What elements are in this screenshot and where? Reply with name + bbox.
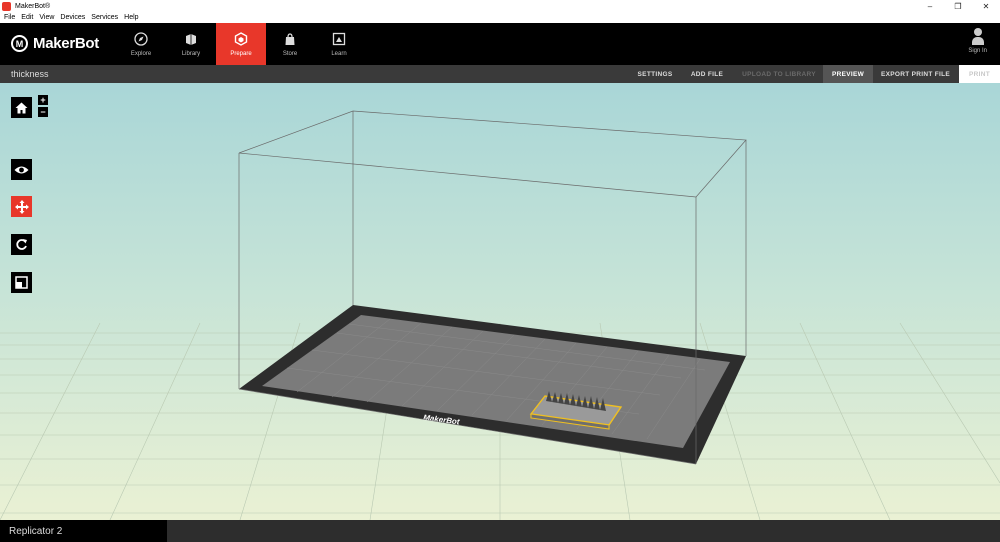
prepare-icon xyxy=(234,31,248,48)
menu-devices[interactable]: Devices xyxy=(60,14,85,21)
home-view-button[interactable] xyxy=(11,97,32,118)
add-file-button[interactable]: ADD FILE xyxy=(682,65,732,83)
move-tool-button[interactable] xyxy=(11,196,32,217)
makerbot-app-icon xyxy=(2,1,11,11)
window-title: MakerBot® xyxy=(15,2,51,10)
compass-icon xyxy=(134,31,148,48)
logo-text: MakerBot xyxy=(33,35,99,52)
tab-explore[interactable]: Explore xyxy=(116,23,166,65)
menu-view[interactable]: View xyxy=(39,14,54,21)
menu-services[interactable]: Services xyxy=(91,14,118,21)
home-icon xyxy=(15,102,28,113)
makerbot-logo-icon: M xyxy=(11,35,28,52)
build-plate: MakerBot xyxy=(239,305,746,464)
tab-library[interactable]: Library xyxy=(166,23,216,65)
zoom-out-button[interactable]: − xyxy=(38,107,48,117)
prepare-toolbar: thickness SETTINGS ADD FILE UPLOAD TO LI… xyxy=(0,65,1000,83)
user-icon xyxy=(971,27,985,45)
eye-icon xyxy=(14,166,29,173)
preview-button[interactable]: PREVIEW xyxy=(823,65,873,83)
sign-in-button[interactable]: Sign In xyxy=(968,27,987,54)
tab-learn[interactable]: Learn xyxy=(314,23,364,65)
tab-store-label: Store xyxy=(282,50,298,57)
upload-to-library-button[interactable]: UPLOAD TO LIBRARY xyxy=(736,65,822,83)
rotate-icon xyxy=(16,239,27,250)
window-controls: – ❐ ✕ xyxy=(916,0,1000,12)
printer-selector[interactable]: Replicator 2 xyxy=(0,520,167,542)
export-print-file-button[interactable]: EXPORT PRINT FILE xyxy=(874,65,957,83)
tab-explore-label: Explore xyxy=(130,50,152,57)
learn-icon xyxy=(332,32,346,48)
sign-in-label: Sign In xyxy=(968,48,987,54)
project-name: thickness xyxy=(11,69,49,79)
tab-prepare-label: Prepare xyxy=(230,50,252,57)
zoom-in-button[interactable]: + xyxy=(38,95,48,105)
build-viewport[interactable]: MakerBot + − xyxy=(0,83,1000,520)
tab-prepare[interactable]: Prepare xyxy=(216,23,266,65)
main-nav: M MakerBot Explore Library Prepare Store… xyxy=(0,23,1000,65)
print-button[interactable]: PRINT xyxy=(959,65,1000,83)
scale-icon xyxy=(15,276,28,289)
view-tool-button[interactable] xyxy=(11,159,32,180)
library-icon xyxy=(184,32,198,48)
settings-button[interactable]: SETTINGS xyxy=(630,65,680,83)
tab-learn-label: Learn xyxy=(331,50,347,57)
status-bar: Replicator 2 xyxy=(0,520,1000,542)
makerbot-logo: M MakerBot xyxy=(11,35,99,52)
build-scene: MakerBot xyxy=(0,110,1000,520)
menu-file[interactable]: File xyxy=(4,14,15,21)
close-button[interactable]: ✕ xyxy=(972,0,1000,12)
menu-edit[interactable]: Edit xyxy=(21,14,33,21)
store-icon xyxy=(283,32,297,48)
rotate-tool-button[interactable] xyxy=(11,234,32,255)
menu-help[interactable]: Help xyxy=(124,14,138,21)
move-icon xyxy=(14,199,29,214)
title-bar: MakerBot® – ❐ ✕ xyxy=(0,0,1000,12)
tab-library-label: Library xyxy=(181,50,201,57)
tab-store[interactable]: Store xyxy=(265,23,315,65)
scale-tool-button[interactable] xyxy=(11,272,32,293)
restore-button[interactable]: ❐ xyxy=(944,0,972,12)
menu-bar: File Edit View Devices Services Help xyxy=(0,12,1000,23)
minimize-button[interactable]: – xyxy=(916,0,944,12)
